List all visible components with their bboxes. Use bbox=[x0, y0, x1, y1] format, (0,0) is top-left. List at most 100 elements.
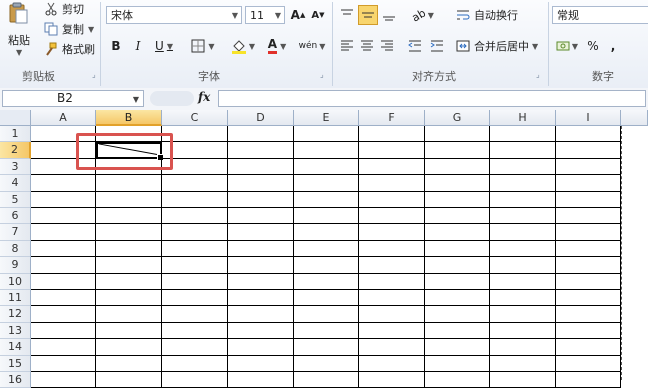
cell-g10[interactable] bbox=[425, 273, 490, 290]
cell-c9[interactable] bbox=[162, 257, 228, 274]
cell-c15[interactable] bbox=[162, 355, 228, 372]
cell-d3[interactable] bbox=[228, 158, 294, 176]
cell-i16[interactable] bbox=[556, 372, 621, 388]
column-header-c[interactable]: C bbox=[162, 110, 228, 126]
cell-c4[interactable] bbox=[162, 175, 228, 192]
chevron-down-icon[interactable]: ▼ bbox=[133, 92, 139, 107]
column-header-b[interactable]: B bbox=[96, 110, 162, 126]
cell-e10[interactable] bbox=[294, 273, 359, 290]
cell-b11[interactable] bbox=[96, 290, 162, 307]
cell-g2[interactable] bbox=[425, 142, 490, 159]
cell-b8[interactable] bbox=[96, 240, 162, 258]
cell-d6[interactable] bbox=[228, 208, 294, 225]
cell-b15[interactable] bbox=[96, 355, 162, 372]
cell-f8[interactable] bbox=[359, 240, 425, 258]
cell-d12[interactable] bbox=[228, 306, 294, 323]
paste-button[interactable]: 粘贴 ▼ bbox=[4, 2, 34, 64]
cell-f4[interactable] bbox=[359, 175, 425, 192]
cell-e11[interactable] bbox=[294, 290, 359, 307]
cell-i3[interactable] bbox=[556, 158, 621, 176]
cell-b16[interactable] bbox=[96, 372, 162, 388]
cell-a15[interactable] bbox=[31, 355, 96, 372]
row-header-7[interactable]: 7 bbox=[0, 224, 31, 241]
row-header-2[interactable]: 2 bbox=[0, 142, 31, 159]
cell-d1[interactable] bbox=[228, 126, 294, 143]
cell-h10[interactable] bbox=[490, 273, 556, 290]
formula-input[interactable] bbox=[218, 90, 646, 107]
cell-b6[interactable] bbox=[96, 208, 162, 225]
cell-g6[interactable] bbox=[425, 208, 490, 225]
borders-button[interactable]: ▼ bbox=[188, 36, 218, 56]
cell-h8[interactable] bbox=[490, 240, 556, 258]
cell-e12[interactable] bbox=[294, 306, 359, 323]
cell-a13[interactable] bbox=[31, 322, 96, 340]
cell-i1[interactable] bbox=[556, 126, 621, 143]
cell-d10[interactable] bbox=[228, 273, 294, 290]
cell-h13[interactable] bbox=[490, 322, 556, 340]
cell-e14[interactable] bbox=[294, 339, 359, 356]
align-left-button[interactable] bbox=[338, 36, 356, 56]
cell-g5[interactable] bbox=[425, 191, 490, 208]
cell-g15[interactable] bbox=[425, 355, 490, 372]
cell-c10[interactable] bbox=[162, 273, 228, 290]
row-header-6[interactable]: 6 bbox=[0, 208, 31, 225]
wrap-text-button[interactable]: 自动换行 bbox=[456, 5, 526, 25]
fill-color-button[interactable]: ▼ bbox=[228, 36, 258, 56]
select-all-corner[interactable] bbox=[0, 110, 31, 126]
row-header-8[interactable]: 8 bbox=[0, 240, 31, 258]
row-header-12[interactable]: 12 bbox=[0, 306, 31, 323]
cell-e9[interactable] bbox=[294, 257, 359, 274]
cell-g12[interactable] bbox=[425, 306, 490, 323]
cell-e16[interactable] bbox=[294, 372, 359, 388]
cell-c8[interactable] bbox=[162, 240, 228, 258]
bold-button[interactable]: B bbox=[108, 36, 124, 56]
cell-i6[interactable] bbox=[556, 208, 621, 225]
cell-e3[interactable] bbox=[294, 158, 359, 176]
cell-h14[interactable] bbox=[490, 339, 556, 356]
column-header-a[interactable]: A bbox=[31, 110, 96, 126]
cell-e13[interactable] bbox=[294, 322, 359, 340]
cut-button[interactable]: 剪切 bbox=[44, 0, 84, 18]
cell-i14[interactable] bbox=[556, 339, 621, 356]
cell-g4[interactable] bbox=[425, 175, 490, 192]
cell-h11[interactable] bbox=[490, 290, 556, 307]
cell-e15[interactable] bbox=[294, 355, 359, 372]
cell-a14[interactable] bbox=[31, 339, 96, 356]
cell-f10[interactable] bbox=[359, 273, 425, 290]
row-header-16[interactable]: 16 bbox=[0, 372, 31, 388]
cell-f9[interactable] bbox=[359, 257, 425, 274]
cell-g9[interactable] bbox=[425, 257, 490, 274]
cell-d7[interactable] bbox=[228, 224, 294, 241]
font-color-button[interactable]: A ▼ bbox=[262, 36, 292, 56]
row-header-3[interactable]: 3 bbox=[0, 158, 31, 176]
cell-h16[interactable] bbox=[490, 372, 556, 388]
cell-a5[interactable] bbox=[31, 191, 96, 208]
align-top-button[interactable] bbox=[338, 5, 356, 25]
cell-e4[interactable] bbox=[294, 175, 359, 192]
cell-i2[interactable] bbox=[556, 142, 621, 159]
cell-b10[interactable] bbox=[96, 273, 162, 290]
cell-a11[interactable] bbox=[31, 290, 96, 307]
row-header-10[interactable]: 10 bbox=[0, 273, 31, 290]
cell-g16[interactable] bbox=[425, 372, 490, 388]
cell-g14[interactable] bbox=[425, 339, 490, 356]
name-box[interactable]: B2 ▼ bbox=[2, 90, 144, 107]
cell-e8[interactable] bbox=[294, 240, 359, 258]
column-header-d[interactable]: D bbox=[228, 110, 294, 126]
grow-font-button[interactable]: A ▲ bbox=[290, 5, 306, 25]
cell-d16[interactable] bbox=[228, 372, 294, 388]
cell-i4[interactable] bbox=[556, 175, 621, 192]
column-header-i[interactable]: I bbox=[556, 110, 621, 126]
align-right-button[interactable] bbox=[378, 36, 396, 56]
cell-a16[interactable] bbox=[31, 372, 96, 388]
cell-d4[interactable] bbox=[228, 175, 294, 192]
dialog-launcher-icon[interactable]: ⌟ bbox=[92, 70, 96, 79]
font-size-select[interactable]: 11 ▼ bbox=[245, 6, 285, 24]
cell-f14[interactable] bbox=[359, 339, 425, 356]
cell-d8[interactable] bbox=[228, 240, 294, 258]
comma-button[interactable]: , bbox=[608, 36, 618, 56]
cell-f7[interactable] bbox=[359, 224, 425, 241]
row-header-13[interactable]: 13 bbox=[0, 322, 31, 340]
column-header-f[interactable]: F bbox=[359, 110, 425, 126]
accounting-format-button[interactable]: ▼ bbox=[554, 36, 580, 56]
